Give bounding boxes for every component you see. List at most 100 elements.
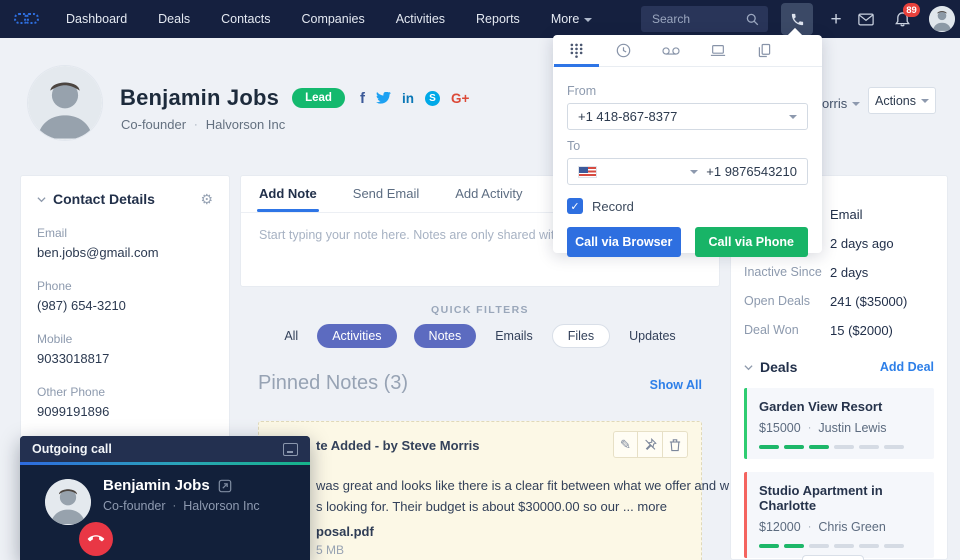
- owner-dropdown[interactable]: orris: [822, 96, 861, 111]
- deal-owner: Justin Lewis: [818, 421, 887, 435]
- call-popup-tabs: [553, 35, 822, 67]
- tab-add-activity[interactable]: Add Activity: [455, 176, 522, 212]
- call-progress-bar: [20, 462, 310, 465]
- call-widget-header[interactable]: Outgoing call: [20, 436, 310, 462]
- field-mobile: Mobile 9033018817: [37, 332, 110, 366]
- edit-note-button[interactable]: [613, 431, 638, 458]
- deal-amount: $15000: [759, 421, 801, 435]
- tab-voicemail[interactable]: [647, 35, 694, 66]
- nav-contacts[interactable]: Contacts: [221, 12, 270, 26]
- partial-button[interactable]: [802, 555, 864, 560]
- minimize-icon[interactable]: [283, 442, 298, 456]
- nav-reports[interactable]: Reports: [476, 12, 520, 26]
- contact-subtitle: Co-founder · Halvorson Inc: [121, 117, 285, 132]
- hangup-button[interactable]: [79, 522, 113, 556]
- nav-companies[interactable]: Companies: [301, 12, 364, 26]
- from-number-select[interactable]: +1 418-867-8377: [567, 103, 808, 130]
- call-via-browser-button[interactable]: Call via Browser: [567, 227, 681, 257]
- notification-badge: 89: [903, 3, 920, 17]
- external-link-icon[interactable]: [218, 479, 232, 493]
- chevron-down-icon: [690, 169, 699, 174]
- dot-separator: ·: [194, 118, 198, 131]
- quick-add-button[interactable]: +: [822, 0, 850, 38]
- chevron-down-icon[interactable]: [744, 363, 753, 372]
- deals-title: Deals: [760, 359, 798, 375]
- note-attachment[interactable]: posal.pdf 5 MB: [316, 524, 374, 557]
- tab-device[interactable]: [694, 35, 741, 66]
- add-deal-link[interactable]: Add Deal: [880, 360, 934, 374]
- panel-title: Contact Details: [53, 191, 155, 207]
- filter-activities[interactable]: Activities: [317, 324, 397, 348]
- trash-icon: [669, 438, 681, 451]
- dot-separator: ·: [807, 422, 812, 434]
- deal-name: Garden View Resort: [759, 399, 883, 414]
- note-body: was great and looks like there is a clea…: [316, 478, 748, 514]
- nav-dashboard[interactable]: Dashboard: [66, 12, 127, 26]
- mail-icon: [858, 13, 874, 25]
- call-widget-title: Outgoing call: [32, 442, 112, 456]
- to-number-input[interactable]: +1 9876543210: [567, 158, 808, 185]
- facebook-icon[interactable]: f: [360, 90, 365, 107]
- unpin-note-button[interactable]: [638, 431, 663, 458]
- contact-company[interactable]: Halvorson Inc: [206, 117, 285, 132]
- call-contact-name: Benjamin Jobs: [103, 477, 210, 494]
- tab-copy[interactable]: [741, 35, 788, 66]
- nav-deals[interactable]: Deals: [158, 12, 190, 26]
- deal-meta: $12000 · Chris Green: [759, 520, 922, 534]
- record-option: ✓ Record: [567, 198, 808, 214]
- filter-emails[interactable]: Emails: [493, 324, 535, 348]
- record-checkbox[interactable]: ✓: [567, 198, 583, 214]
- linkedin-icon[interactable]: in: [402, 91, 414, 106]
- contact-avatar: [28, 66, 102, 140]
- app-logo-icon[interactable]: [14, 12, 44, 27]
- tab-send-email[interactable]: Send Email: [353, 176, 419, 212]
- field-other-phone: Other Phone 9099191896: [37, 385, 110, 419]
- deal-stage-progress: [759, 445, 922, 449]
- nav-activities[interactable]: Activities: [396, 12, 445, 26]
- filter-files[interactable]: Files: [551, 324, 611, 348]
- deal-amount: $12000: [759, 520, 801, 534]
- deal-name: Studio Apartment in Charlotte: [759, 483, 883, 513]
- gear-icon[interactable]: [200, 192, 213, 206]
- field-email: Email ben.jobs@gmail.com: [37, 226, 159, 260]
- global-search[interactable]: [641, 6, 768, 32]
- attachment-size: 5 MB: [316, 543, 345, 557]
- dot-separator: ·: [172, 500, 177, 512]
- email-button[interactable]: [852, 0, 880, 38]
- show-all-link[interactable]: Show All: [650, 378, 702, 392]
- contact-role: Co-founder: [121, 117, 187, 132]
- tab-dialpad[interactable]: [553, 35, 600, 67]
- tab-call-history[interactable]: [600, 35, 647, 66]
- chevron-down-icon[interactable]: [37, 195, 46, 204]
- deal-card[interactable]: Studio Apartment in Charlotte $12000 · C…: [744, 472, 934, 558]
- nav-more[interactable]: More: [551, 12, 593, 26]
- contact-name: Benjamin Jobs: [120, 85, 280, 110]
- pinned-note-card: te Added - by Steve Morris was great and…: [258, 421, 747, 560]
- laptop-icon: [710, 45, 725, 56]
- call-via-phone-button[interactable]: Call via Phone: [694, 227, 808, 257]
- actions-button[interactable]: Actions: [868, 87, 936, 114]
- filter-all[interactable]: All: [282, 324, 300, 348]
- skype-icon[interactable]: S: [424, 90, 440, 106]
- twitter-icon[interactable]: [375, 91, 391, 105]
- stat-row: Deal Won 15 ($2000): [744, 323, 893, 338]
- search-input[interactable]: [650, 11, 746, 27]
- filter-notes[interactable]: Notes: [413, 324, 477, 348]
- googleplus-icon[interactable]: G+: [451, 91, 469, 106]
- call-contact: Benjamin Jobs: [103, 477, 232, 494]
- main-nav: Dashboard Deals Contacts Companies Activ…: [66, 12, 593, 26]
- tab-add-note[interactable]: Add Note: [257, 176, 319, 212]
- hangup-icon: [87, 535, 105, 542]
- note-actions: [613, 431, 688, 458]
- us-flag-icon[interactable]: [578, 165, 597, 178]
- filter-updates[interactable]: Updates: [627, 324, 678, 348]
- voicemail-icon: [661, 46, 680, 55]
- chevron-down-icon: [852, 101, 861, 106]
- pinned-notes-header: Pinned Notes (3) Show All: [258, 372, 702, 395]
- phone-icon: [791, 13, 803, 25]
- delete-note-button[interactable]: [663, 431, 688, 458]
- call-popup-body: From +1 418-867-8377 To +1 9876543210 ✓ …: [553, 67, 822, 257]
- deal-card[interactable]: Garden View Resort $15000 · Justin Lewis: [744, 388, 934, 459]
- user-avatar[interactable]: [929, 6, 955, 32]
- clock-icon: [616, 43, 631, 58]
